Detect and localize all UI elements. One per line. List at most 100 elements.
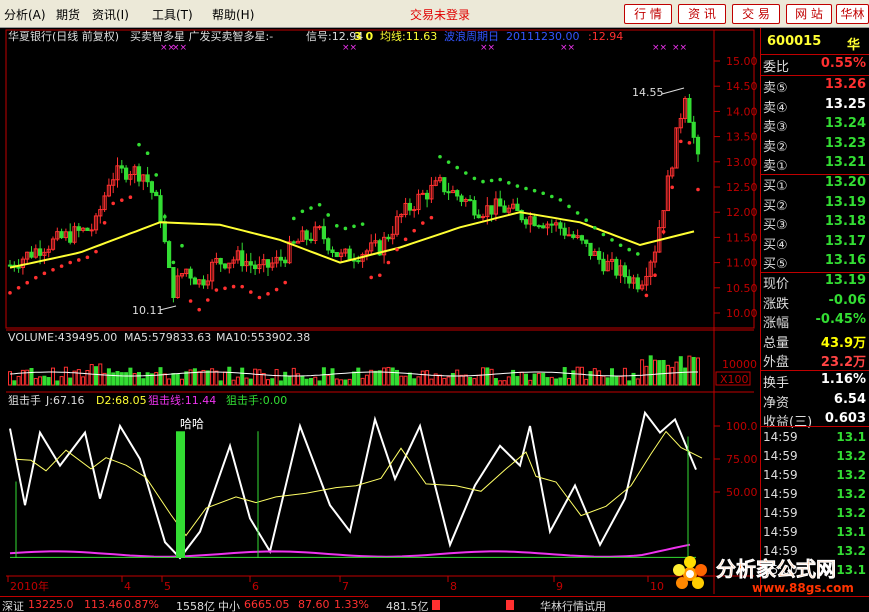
sar-dot xyxy=(68,260,72,265)
bid-label: 买① xyxy=(763,179,788,194)
volume-bar xyxy=(554,378,559,386)
y-tick-label: 13.50 xyxy=(726,131,758,144)
volume-bar xyxy=(12,380,17,386)
menu-tools[interactable]: 工具(T) xyxy=(152,6,193,23)
high-label-arrow xyxy=(661,87,685,95)
volume-bar xyxy=(399,375,404,386)
volume-bar xyxy=(111,372,116,386)
candle-body xyxy=(149,181,155,193)
x-tick-label: 2010年 xyxy=(10,579,49,593)
ask-label: 卖⑤ xyxy=(763,81,788,96)
volume-bar xyxy=(162,373,167,386)
candle-body xyxy=(459,195,464,202)
menu-news[interactable]: 资讯(I) xyxy=(92,6,129,23)
osc-annotation: 哈哈 xyxy=(180,417,204,431)
volume-bar xyxy=(283,371,288,386)
sar-dot xyxy=(558,198,563,202)
volume-tick: 10000 xyxy=(722,358,757,371)
candle-body xyxy=(356,260,361,263)
tick-time: 14:59 xyxy=(763,468,798,482)
stat2-row: 收益(三) 0.603 xyxy=(761,411,869,430)
signal-marker: ×× xyxy=(480,43,495,53)
volume-bar xyxy=(89,364,94,386)
volume-bar xyxy=(485,367,490,386)
watermark-url: www.88gs.com xyxy=(752,581,854,595)
ask-label: 卖③ xyxy=(763,120,788,136)
menu-help[interactable]: 帮助(H) xyxy=(212,6,254,23)
volume-bar xyxy=(128,367,133,386)
tick-time: 14:59 xyxy=(763,430,798,444)
volume-bar xyxy=(317,380,322,386)
volume-bar xyxy=(407,372,412,386)
sar-dot xyxy=(524,186,528,191)
candle-body xyxy=(455,190,460,197)
candle-body xyxy=(119,165,124,169)
bid-label: 买⑤ xyxy=(763,257,788,273)
volume-bar xyxy=(68,377,73,386)
osc-d2: D2:68.05 xyxy=(96,394,147,407)
osc-tick-label: 75.00 xyxy=(726,453,758,466)
volume-bar xyxy=(309,377,313,386)
ma-value: 均线:11.63 xyxy=(380,29,437,43)
menu-analysis[interactable]: 分析(A) xyxy=(4,6,46,23)
volume-bar xyxy=(227,366,232,386)
stat-row: 涨幅 -0.45% xyxy=(761,312,869,331)
volume-bar xyxy=(674,361,679,386)
news-button[interactable]: 资 讯 xyxy=(678,4,726,24)
volume-bar xyxy=(171,373,176,386)
sar-dot xyxy=(171,260,176,265)
flag-value: 3 0 xyxy=(354,30,373,43)
watermark-title: 分析家公式网 xyxy=(716,557,836,581)
volume-bar xyxy=(291,367,296,386)
volume-bar xyxy=(476,374,481,386)
tick-row: 14:59 13.1 xyxy=(761,525,869,543)
signal-marker: ×× xyxy=(342,43,357,53)
volume-bar xyxy=(635,378,640,386)
y-tick-label: 11.50 xyxy=(726,231,758,244)
bid-label: 买④ xyxy=(763,237,788,253)
candle-body xyxy=(566,234,572,237)
sar-dot xyxy=(378,273,382,278)
tick-price: 13.2 xyxy=(836,506,866,520)
sme-index-value: 6665.05 xyxy=(244,598,290,611)
volume-bar xyxy=(339,379,344,386)
sar-dot xyxy=(601,232,606,237)
candle-body xyxy=(167,241,172,269)
sar-dot xyxy=(180,243,184,248)
candle-body xyxy=(136,166,142,182)
trade-button[interactable]: 交 易 xyxy=(732,4,780,24)
sar-dot xyxy=(257,295,262,300)
kline-chart-area[interactable]: 华夏银行(日线 前复权) 买卖智多星 广发买卖智多星:- 信号:12.94 3 … xyxy=(0,28,760,612)
sar-dot xyxy=(429,215,434,220)
hualin-button[interactable]: 华林 xyxy=(836,4,869,24)
volume-bar xyxy=(549,376,554,386)
trial-notice: 华林行情试用 xyxy=(540,600,606,612)
candle-body xyxy=(412,209,417,212)
sar-dot xyxy=(249,290,253,294)
volume-bar xyxy=(240,367,245,386)
volume-bar xyxy=(235,376,240,386)
website-button[interactable]: 网 站 xyxy=(786,4,832,24)
volume-bar xyxy=(300,375,305,386)
quote-button[interactable]: 行 情 xyxy=(624,4,672,24)
sar-dot xyxy=(214,288,219,292)
volume-bar xyxy=(373,370,378,386)
stat2-row: 换手 1.16% xyxy=(761,372,869,391)
volume-bar xyxy=(584,378,589,386)
candle-body xyxy=(584,239,589,244)
x-tick-label: 4 xyxy=(124,580,131,593)
ratio-row: 委比 0.55% xyxy=(761,56,869,75)
volume-bar xyxy=(536,372,541,386)
ask-row: 卖⑤ 13.26 xyxy=(761,77,869,96)
volume-bar xyxy=(420,370,425,386)
sme-index-pct: 1.33% xyxy=(334,598,369,611)
trade-status: 交易未登录 xyxy=(410,8,471,22)
sar-dot xyxy=(206,298,210,302)
menu-futures[interactable]: 期货 xyxy=(56,6,80,23)
sar-dot xyxy=(300,209,305,214)
sar-dot xyxy=(446,160,451,164)
y-tick-label: 12.00 xyxy=(726,206,758,219)
tick-time: 14:59 xyxy=(763,506,798,520)
candle-body xyxy=(188,268,193,279)
volume-bar xyxy=(330,368,335,386)
